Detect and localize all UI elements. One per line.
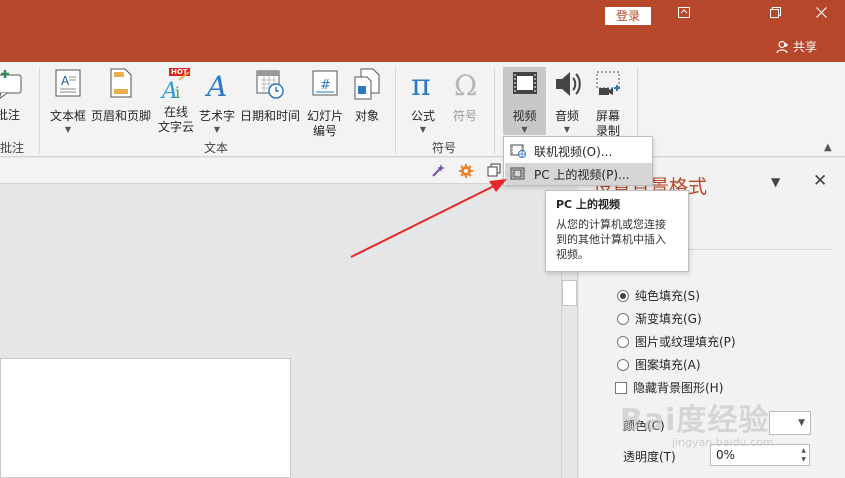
textbox-button[interactable]: A 文本框 ▼ [48,68,88,134]
magic-wand-icon[interactable] [430,163,446,179]
radio-button[interactable] [617,289,629,302]
collapse-ribbon-icon[interactable]: ▲ [824,142,832,153]
online-video-item[interactable]: 联机视频(O)... [505,140,652,162]
chevron-down-icon: ▼ [64,125,72,134]
pi-icon: π [411,68,431,103]
datetime-button[interactable]: 日期和时间 [238,68,302,124]
comment-icon [0,70,22,99]
symbol-button[interactable]: Ω 符号 [446,68,484,124]
hide-background-option[interactable]: 隐藏背景图形(H) [615,379,723,396]
svg-text:π: π [411,68,431,100]
svg-text:A: A [204,70,227,100]
wordcloud-button[interactable]: HOT Ai 在线 文字云 [155,68,197,135]
chevron-down-icon: ▼ [213,125,221,134]
login-button[interactable]: 登录 [605,7,651,25]
person-icon [776,40,788,54]
radio-button[interactable] [617,335,629,348]
header-footer-icon [110,68,132,98]
tooltip-body: 从您的计算机或您连接 到的其他计算机中插入 视频。 [556,218,666,261]
baidu-watermark: Bai度经验 [620,403,770,438]
calendar-clock-icon [256,70,284,99]
radio-button[interactable] [617,312,629,325]
text-group-label: 文本 [204,141,229,155]
picture-fill-option[interactable]: 图片或纹理填充(P) [617,333,736,350]
pc-video-item[interactable]: PC 上的视频(P)... [505,163,652,185]
radio-button[interactable] [617,358,629,371]
window-icon[interactable] [486,163,502,179]
group-separator [494,68,495,154]
wordart-button[interactable]: A 艺术字 ▼ [198,68,236,134]
spinner-arrows-icon[interactable]: ▲ ▼ [801,446,806,464]
slide-number-icon: # [312,70,338,96]
symbol-group-label: 符号 [432,141,457,155]
scrollbar-thumb[interactable] [562,280,577,306]
restore-window-icon[interactable] [763,4,787,26]
transparency-label: 透明度(T) [623,450,676,464]
wordart-icon: A [204,70,227,103]
solid-fill-option[interactable]: 纯色填充(S) [617,287,700,304]
tooltip-title: PC 上的视频 [556,198,620,211]
screen-record-button[interactable]: 屏幕 录制 [588,68,628,139]
slide-number-button[interactable]: # 幻灯片 编号 [304,68,346,139]
video-dropdown-menu: 联机视频(O)... PC 上的视频(P)... [503,136,653,186]
checkbox[interactable] [615,381,627,394]
speaker-icon [556,72,581,96]
header-footer-button[interactable]: 页眉和页脚 [90,68,152,124]
color-picker-button[interactable]: ▼ [769,411,811,435]
group-separator [39,68,40,154]
object-icon [354,68,380,100]
online-video-icon [510,144,526,158]
equation-button[interactable]: π 公式 ▼ [404,68,442,134]
svg-text:Ω: Ω [454,69,477,100]
watermark-url: jingyan.baidu.com [672,436,774,449]
ribbon-display-options-icon[interactable] [672,4,696,26]
gradient-fill-option[interactable]: 渐变填充(G) [617,310,702,327]
insert-ribbon: 批注 批注 A 文本框 ▼ 页眉和页脚 HOT Ai 在线 文字云 A 艺术字 … [0,62,845,157]
svg-text:A: A [61,74,70,88]
title-bar: 登录 共享 [0,0,845,62]
film-icon [510,167,525,180]
pattern-fill-option[interactable]: 图案填充(A) [617,356,701,373]
gear-icon[interactable] [458,163,474,179]
film-icon [512,72,537,94]
screen-record-icon [596,71,620,95]
close-window-icon[interactable] [809,4,833,26]
svg-text:#: # [320,78,331,93]
group-separator [395,68,396,154]
share-label: 共享 [793,40,818,54]
comment-group-label: 批注 [0,141,25,155]
wordcloud-icon: Ai [160,71,190,100]
close-icon[interactable]: ✕ [813,171,827,191]
audio-button[interactable]: 音频 ▼ [548,68,586,134]
comment-button[interactable]: 批注 [0,68,26,123]
chevron-down-icon: ▼ [419,125,427,134]
textbox-icon: A [55,69,81,97]
video-button[interactable]: 视频 ▼ [503,68,546,134]
pc-video-tooltip: PC 上的视频 从您的计算机或您连接 到的其他计算机中插入 视频。 [545,190,689,272]
object-button[interactable]: 对象 [348,68,386,124]
chevron-down-icon: ▼ [563,125,571,134]
pane-options-chevron-icon[interactable]: ▼ [771,175,780,189]
chevron-down-icon: ▼ [521,125,528,134]
share-button[interactable]: 共享 [776,38,817,56]
slide-canvas[interactable] [0,358,291,478]
omega-icon: Ω [454,69,477,102]
svg-text:i: i [175,83,180,100]
